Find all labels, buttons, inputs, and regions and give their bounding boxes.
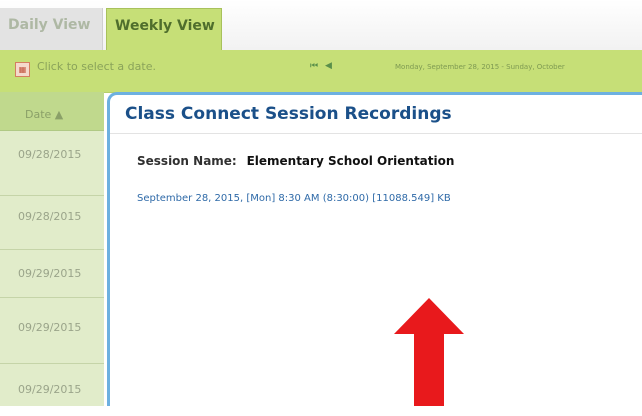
date-range-label: Monday, September 28, 2015 - Sunday, Oct… bbox=[395, 63, 565, 71]
session-name-value: Elementary School Orientation bbox=[246, 154, 455, 168]
dialog-header: Class Connect Session Recordings bbox=[110, 95, 642, 134]
view-tab-bar: Daily View Weekly View bbox=[0, 0, 642, 51]
table-row[interactable]: 09/28/2015 bbox=[0, 196, 104, 250]
tab-weekly-view[interactable]: Weekly View bbox=[106, 8, 222, 50]
table-row[interactable]: 09/29/2015 bbox=[0, 364, 104, 406]
red-up-arrow-icon bbox=[394, 298, 464, 406]
dialog-title: Class Connect Session Recordings bbox=[125, 104, 452, 124]
date-column: Date ▲ 09/28/2015 09/28/2015 09/29/2015 … bbox=[0, 92, 104, 406]
recordings-dialog: Class Connect Session Recordings Session… bbox=[107, 92, 642, 406]
date-toolbar: ▦ Click to select a date. ⏮ ◀ Monday, Se… bbox=[0, 50, 642, 93]
week-nav-arrows[interactable]: ⏮ ◀ bbox=[310, 61, 334, 71]
table-row[interactable]: 09/29/2015 bbox=[0, 298, 104, 364]
calendar-icon[interactable]: ▦ bbox=[15, 62, 30, 77]
recording-link[interactable]: September 28, 2015, [Mon] 8:30 AM (8:30:… bbox=[137, 193, 451, 204]
date-column-header[interactable]: Date ▲ bbox=[0, 92, 104, 131]
table-row[interactable]: 09/29/2015 bbox=[0, 250, 104, 298]
session-name-label: Session Name: bbox=[137, 154, 237, 168]
session-name-row: Session Name: Elementary School Orientat… bbox=[137, 154, 454, 168]
select-date-link[interactable]: Click to select a date. bbox=[37, 60, 156, 73]
table-row[interactable]: 09/28/2015 bbox=[0, 130, 104, 196]
tab-daily-view[interactable]: Daily View bbox=[0, 8, 103, 50]
